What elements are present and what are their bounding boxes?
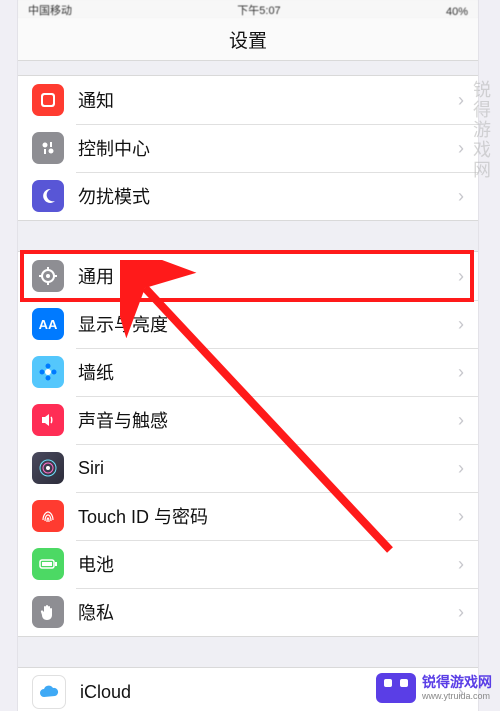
gear-icon bbox=[32, 260, 64, 292]
row-control-center[interactable]: 控制中心 › bbox=[18, 124, 478, 172]
cloud-icon bbox=[32, 675, 66, 709]
chevron-right-icon: › bbox=[458, 314, 464, 335]
carrier-label: 中国移动 bbox=[28, 2, 72, 18]
chevron-right-icon: › bbox=[458, 266, 464, 287]
row-label: 声音与触感 bbox=[78, 407, 458, 433]
row-general[interactable]: 通用 › bbox=[18, 252, 478, 300]
row-label: 隐私 bbox=[78, 599, 458, 625]
row-label: 墙纸 bbox=[78, 359, 458, 385]
chevron-right-icon: › bbox=[458, 410, 464, 431]
control-center-icon bbox=[32, 132, 64, 164]
siri-icon bbox=[32, 452, 64, 484]
battery-icon bbox=[32, 548, 64, 580]
flower-icon bbox=[32, 356, 64, 388]
settings-group-1: 通知 › 控制中心 › 勿扰模式 › bbox=[18, 75, 478, 221]
row-wallpaper[interactable]: 墙纸 › bbox=[18, 348, 478, 396]
row-display-brightness[interactable]: AA 显示与亮度 › bbox=[18, 300, 478, 348]
chevron-right-icon: › bbox=[458, 458, 464, 479]
row-icloud[interactable]: iCloud › bbox=[18, 668, 478, 711]
row-label: 显示与亮度 bbox=[78, 311, 458, 337]
row-label: Siri bbox=[78, 458, 458, 479]
aa-icon: AA bbox=[32, 308, 64, 340]
row-label: 控制中心 bbox=[78, 135, 458, 161]
title-text: 设置 bbox=[229, 26, 267, 53]
fingerprint-icon bbox=[32, 500, 64, 532]
row-privacy[interactable]: 隐私 › bbox=[18, 588, 478, 636]
settings-group-3: iCloud › iTunes Store 与 App Store › bbox=[18, 667, 478, 711]
row-do-not-disturb[interactable]: 勿扰模式 › bbox=[18, 172, 478, 220]
settings-group-2: 通用 › AA 显示与亮度 › 墙纸 › 声音与触感 › Siri bbox=[18, 251, 478, 637]
battery-label: 40% bbox=[446, 6, 468, 18]
row-label: 电池 bbox=[78, 551, 458, 577]
chevron-right-icon: › bbox=[458, 554, 464, 575]
time-label: 下午5:07 bbox=[237, 2, 280, 18]
speaker-icon bbox=[32, 404, 64, 436]
hand-icon bbox=[32, 596, 64, 628]
notifications-icon bbox=[32, 84, 64, 116]
row-label: 通知 bbox=[78, 87, 458, 113]
row-siri[interactable]: Siri › bbox=[18, 444, 478, 492]
chevron-right-icon: › bbox=[458, 602, 464, 623]
chevron-right-icon: › bbox=[458, 90, 464, 111]
row-notifications[interactable]: 通知 › bbox=[18, 76, 478, 124]
page-title: 设置 bbox=[18, 18, 478, 61]
chevron-right-icon: › bbox=[458, 186, 464, 207]
row-touch-id[interactable]: Touch ID 与密码 › bbox=[18, 492, 478, 540]
status-bar: 中国移动 下午5:07 40% bbox=[18, 0, 478, 18]
row-label: 通用 bbox=[78, 263, 458, 289]
row-label: Touch ID 与密码 bbox=[78, 503, 458, 529]
row-battery[interactable]: 电池 › bbox=[18, 540, 478, 588]
chevron-right-icon: › bbox=[458, 362, 464, 383]
moon-icon bbox=[32, 180, 64, 212]
settings-screen: 中国移动 下午5:07 40% 设置 通知 › 控制中心 › 勿扰模式 bbox=[18, 0, 478, 711]
row-label: iCloud bbox=[80, 682, 458, 703]
row-label: 勿扰模式 bbox=[78, 183, 458, 209]
chevron-right-icon: › bbox=[458, 682, 464, 703]
row-sounds[interactable]: 声音与触感 › bbox=[18, 396, 478, 444]
chevron-right-icon: › bbox=[458, 506, 464, 527]
chevron-right-icon: › bbox=[458, 138, 464, 159]
